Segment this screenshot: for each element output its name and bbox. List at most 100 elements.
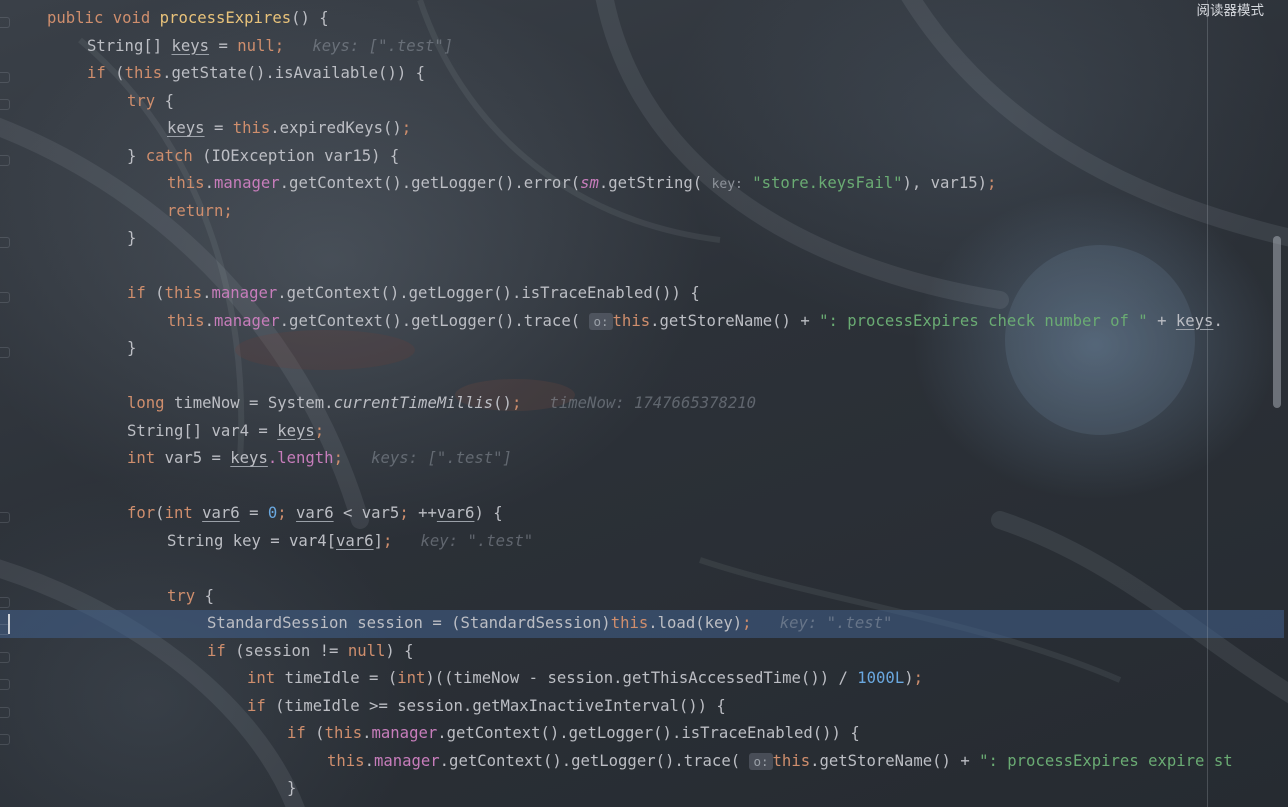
parameter-name-hint: o: xyxy=(589,312,613,330)
code-token: currentTimeMillis xyxy=(333,394,494,412)
code-token: keys xyxy=(277,421,315,440)
code-token: .getContext().getLogger().trace( xyxy=(439,751,750,770)
code-line[interactable]: public void processExpires() { xyxy=(0,5,1284,33)
code-line[interactable] xyxy=(0,363,1284,391)
code-token: this xyxy=(772,751,811,770)
code-line[interactable]: if (this.manager.getContext().getLogger(… xyxy=(0,720,1284,748)
code-line[interactable]: } catch (IOException var15) { xyxy=(0,143,1284,171)
gutter-fold-icon[interactable] xyxy=(0,99,10,110)
code-line[interactable]: keys = this.expiredKeys(); xyxy=(0,115,1284,143)
code-token: null xyxy=(347,641,386,660)
code-token: ), var15) xyxy=(902,174,987,192)
code-token: this xyxy=(612,311,651,330)
code-token: . xyxy=(202,284,212,302)
code-token: this xyxy=(164,284,203,302)
code-line[interactable]: } xyxy=(0,775,1284,803)
code-token: ( xyxy=(315,724,325,742)
code-token: . xyxy=(1213,311,1223,330)
code-line[interactable]: String key = var4[var6]; key: ".test" xyxy=(0,528,1284,556)
inline-debug-value: timeNow: 1747665378210 xyxy=(521,394,757,412)
code-text: } catch (IOException var15) { xyxy=(127,143,399,171)
code-line[interactable] xyxy=(0,253,1284,281)
code-text: String[] keys = null; keys: [".test"] xyxy=(87,33,453,61)
gutter-fold-icon[interactable] xyxy=(0,155,10,166)
code-line[interactable]: if (timeIdle >= session.getMaxInactiveIn… xyxy=(0,693,1284,721)
code-editor[interactable]: public void processExpires() {String[] k… xyxy=(0,0,1288,807)
inline-debug-value: key: ".test" xyxy=(392,531,534,550)
code-token: } xyxy=(287,779,297,797)
code-line[interactable]: if (this.manager.getContext().getLogger(… xyxy=(0,280,1284,308)
code-text: this.manager.getContext().getLogger().tr… xyxy=(167,308,1223,336)
gutter-fold-icon[interactable] xyxy=(0,597,10,608)
code-line[interactable]: String[] var4 = keys; xyxy=(0,418,1284,446)
code-token: .getContext().getLogger().isTraceEnabled… xyxy=(437,724,860,742)
code-token: this xyxy=(232,119,271,137)
gutter-fold-icon[interactable] xyxy=(0,679,10,690)
gutter-fold-icon[interactable] xyxy=(0,237,10,248)
code-line[interactable]: String[] keys = null; keys: [".test"] xyxy=(0,33,1284,61)
code-text: int timeIdle = (int)((timeNow - session.… xyxy=(247,665,923,693)
code-token: .getStoreName() + xyxy=(810,751,980,770)
gutter-fold-icon[interactable] xyxy=(0,734,10,745)
code-line[interactable]: int timeIdle = (int)((timeNow - session.… xyxy=(0,665,1284,693)
current-execution-line[interactable]: StandardSession session = (StandardSessi… xyxy=(0,610,1284,638)
gutter-fold-icon[interactable] xyxy=(0,347,10,358)
code-line[interactable]: return; xyxy=(0,198,1284,226)
code-token: . xyxy=(204,311,214,330)
code-token: var6 xyxy=(296,504,334,522)
code-line[interactable]: for(int var6 = 0; var6 < var5; ++var6) { xyxy=(0,500,1284,528)
code-token: var6 xyxy=(202,504,240,522)
gutter-fold-icon[interactable] xyxy=(0,652,10,663)
code-token: ; xyxy=(399,504,419,522)
code-token: ) { xyxy=(474,504,503,522)
code-line[interactable]: try { xyxy=(0,583,1284,611)
code-token: .getContext().getLogger().error( xyxy=(279,174,581,192)
code-line[interactable]: int var5 = keys.length; keys: [".test"] xyxy=(0,445,1284,473)
code-token: manager xyxy=(373,751,440,770)
code-token: } xyxy=(127,339,137,357)
inline-debug-value: keys: [".test"] xyxy=(284,36,454,55)
gutter-fold-icon[interactable] xyxy=(0,17,10,28)
code-token: var6 xyxy=(436,504,475,522)
code-line[interactable]: this.manager.getContext().getLogger().tr… xyxy=(0,748,1284,776)
gutter-fold-icon[interactable] xyxy=(0,512,10,523)
code-token: int xyxy=(127,449,165,467)
code-token: ; xyxy=(277,504,297,522)
code-line[interactable]: long timeNow = System.currentTimeMillis(… xyxy=(0,390,1284,418)
code-line[interactable]: } xyxy=(0,335,1284,363)
code-token: = xyxy=(239,504,268,522)
code-line[interactable] xyxy=(0,555,1284,583)
code-token: ; xyxy=(913,669,923,687)
code-token: } xyxy=(127,146,146,165)
code-token: < var5 xyxy=(333,504,400,522)
code-line[interactable]: if (session != null) { xyxy=(0,638,1284,666)
code-token: this xyxy=(167,174,205,192)
gutter-fold-icon[interactable] xyxy=(0,72,10,83)
code-token: int xyxy=(247,669,285,687)
code-token: .getContext().getLogger().isTraceEnabled… xyxy=(277,284,700,302)
code-line[interactable]: } xyxy=(0,225,1284,253)
code-token: "store.keysFail" xyxy=(752,174,903,192)
code-text: for(int var6 = 0; var6 < var5; ++var6) { xyxy=(127,500,503,528)
gutter-fold-icon[interactable] xyxy=(0,292,10,303)
code-token: var5 = xyxy=(164,449,231,467)
gutter-fold-icon[interactable] xyxy=(0,624,10,635)
code-token: processExpires xyxy=(159,9,292,27)
code-line[interactable]: try { xyxy=(0,88,1284,116)
reader-mode-button[interactable]: 阅读器模式 xyxy=(1197,0,1265,19)
code-line[interactable] xyxy=(0,473,1284,501)
code-line[interactable]: this.manager.getContext().getLogger().er… xyxy=(0,170,1284,198)
gutter-fold-icon[interactable] xyxy=(0,707,10,718)
code-token: this xyxy=(327,751,365,770)
code-token: ; xyxy=(742,614,752,632)
code-text: if (this.manager.getContext().getLogger(… xyxy=(287,720,860,748)
code-line[interactable]: this.manager.getContext().getLogger().tr… xyxy=(0,308,1284,336)
code-line[interactable]: if (this.getState().isAvailable()) { xyxy=(0,60,1284,88)
code-text: String key = var4[var6]; key: ".test" xyxy=(167,528,533,556)
code-text: } xyxy=(287,775,296,803)
vertical-scrollbar-thumb[interactable] xyxy=(1273,236,1281,408)
code-token: null xyxy=(237,36,275,55)
code-token: ; xyxy=(401,119,412,137)
code-token: this xyxy=(610,614,649,632)
inline-debug-value: keys: [".test"] xyxy=(342,449,512,467)
